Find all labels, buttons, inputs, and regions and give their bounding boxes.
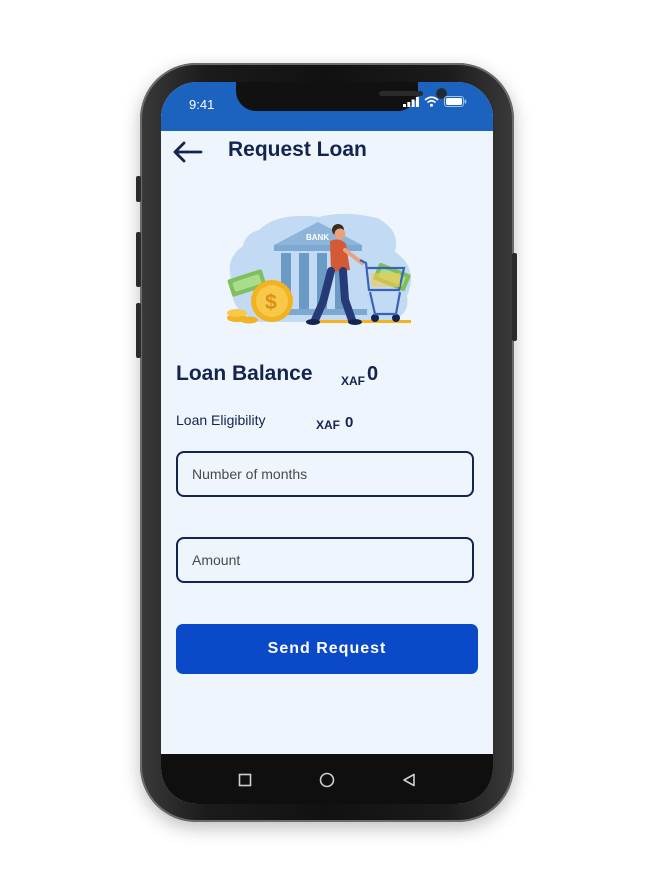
home-button[interactable] xyxy=(315,768,339,792)
back-button[interactable] xyxy=(171,140,203,168)
back-nav-button[interactable] xyxy=(397,768,421,792)
page-title: Request Loan xyxy=(228,138,367,161)
phone-side-button xyxy=(136,232,141,287)
status-bar: 9:41 xyxy=(161,82,493,131)
android-nav-bar xyxy=(161,754,493,804)
app-screen: 9:41 Request Loan BANK $ Loan Balance XA… xyxy=(161,82,493,804)
send-request-button[interactable]: Send Request xyxy=(176,624,478,674)
loan-eligibility-currency: XAF xyxy=(316,418,340,432)
svg-text:$: $ xyxy=(265,291,277,314)
loan-balance-currency: XAF xyxy=(341,374,365,388)
bank-sign: BANK xyxy=(306,233,329,242)
status-time: 9:41 xyxy=(189,97,215,112)
phone-side-button xyxy=(136,176,141,202)
battery-icon xyxy=(444,96,467,107)
months-input[interactable] xyxy=(176,451,474,497)
square-nav-icon xyxy=(238,773,252,787)
recent-apps-button[interactable] xyxy=(233,768,257,792)
loan-eligibility-value: 0 xyxy=(345,414,354,431)
back-arrow-icon xyxy=(173,141,203,163)
loan-balance-value: 0 xyxy=(367,363,379,385)
circle-nav-icon xyxy=(319,772,335,788)
loan-eligibility-label: Loan Eligibility xyxy=(176,412,266,428)
loan-balance-label: Loan Balance xyxy=(176,362,313,385)
triangle-nav-icon xyxy=(403,773,415,787)
status-icons xyxy=(403,96,467,107)
wifi-icon xyxy=(424,96,439,107)
bank-illustration: BANK $ xyxy=(227,213,411,325)
phone-side-button xyxy=(512,253,517,341)
phone-side-button xyxy=(136,303,141,358)
notch xyxy=(236,82,447,111)
amount-input[interactable] xyxy=(176,537,474,583)
signal-icon xyxy=(403,97,419,107)
